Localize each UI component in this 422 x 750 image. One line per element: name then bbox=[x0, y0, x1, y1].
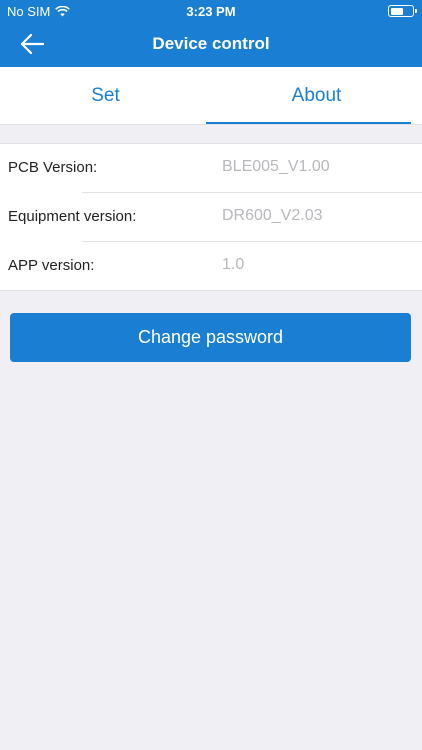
equipment-version-value: DR600_V2.03 bbox=[222, 207, 323, 224]
tab-set[interactable]: Set bbox=[0, 67, 211, 125]
nav-bar: Device control bbox=[0, 22, 422, 67]
tab-bar: Set About bbox=[0, 67, 422, 125]
about-info-list: PCB Version: BLE005_V1.00 Equipment vers… bbox=[0, 143, 422, 291]
app-header: No SIM 3:23 PM Device control bbox=[0, 0, 422, 67]
pcb-version-label: PCB Version: bbox=[8, 159, 98, 176]
info-row-pcb-version: PCB Version: BLE005_V1.00 bbox=[0, 144, 422, 193]
status-time: 3:23 PM bbox=[186, 4, 236, 19]
status-bar: No SIM 3:23 PM bbox=[0, 0, 422, 22]
tab-about[interactable]: About bbox=[211, 67, 422, 125]
active-tab-indicator bbox=[206, 122, 411, 124]
pcb-version-value: BLE005_V1.00 bbox=[222, 158, 330, 175]
battery-level bbox=[390, 7, 403, 15]
change-password-button[interactable]: Change password bbox=[10, 313, 411, 362]
app-version-label: APP version: bbox=[8, 257, 95, 274]
battery-icon bbox=[388, 5, 417, 17]
app-version-value: 1.0 bbox=[222, 256, 245, 273]
info-row-app-version: APP version: 1.0 bbox=[0, 242, 422, 291]
info-row-equipment-version: Equipment version: DR600_V2.03 bbox=[0, 193, 422, 242]
page-title: Device control bbox=[152, 34, 270, 53]
equipment-version-label: Equipment version: bbox=[8, 208, 137, 225]
